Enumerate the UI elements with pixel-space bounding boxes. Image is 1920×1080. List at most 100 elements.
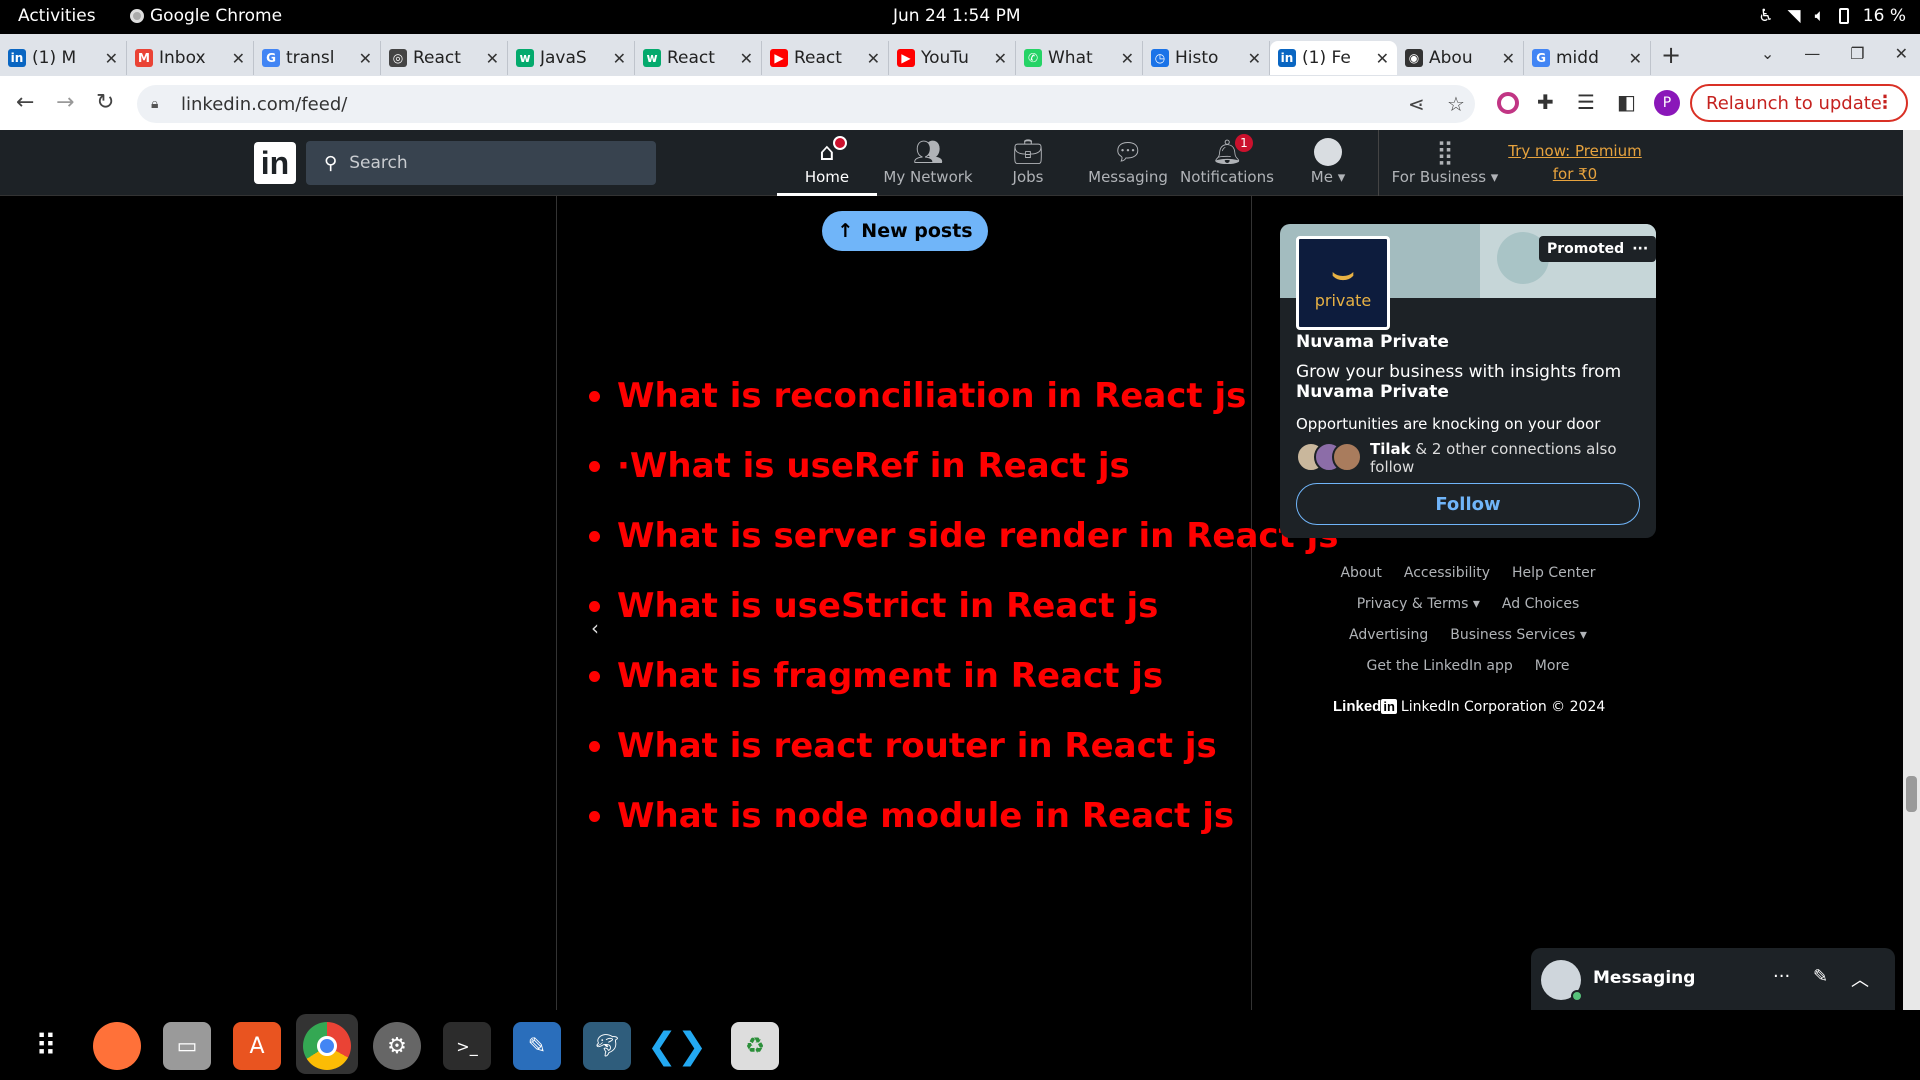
settings-icon[interactable]: ⚙ — [373, 1022, 421, 1070]
footer-advertising[interactable]: Advertising — [1349, 620, 1428, 651]
close-tab-icon[interactable]: ✕ — [994, 49, 1007, 68]
chevron-up-icon[interactable]: ︿ — [1851, 966, 1869, 992]
close-tab-icon[interactable]: ✕ — [613, 49, 626, 68]
software-store-icon[interactable]: A — [233, 1022, 281, 1070]
restore-button[interactable]: ❐ — [1850, 44, 1864, 63]
side-panel-icon[interactable]: ◧ — [1617, 90, 1636, 114]
close-tab-icon[interactable]: ✕ — [1376, 49, 1389, 68]
more-options-icon[interactable]: ··· — [1632, 241, 1648, 257]
forward-button[interactable]: → — [56, 90, 74, 115]
nav-network-label: My Network — [883, 168, 973, 186]
footer-ad-choices[interactable]: Ad Choices — [1502, 589, 1579, 620]
try-premium-link[interactable]: Try now: Premium for ₹0 — [1505, 140, 1645, 186]
close-tab-icon[interactable]: ✕ — [1121, 49, 1134, 68]
close-tab-icon[interactable]: ✕ — [486, 49, 499, 68]
close-window-button[interactable]: ✕ — [1895, 44, 1908, 63]
reading-list-icon[interactable]: ☰ — [1577, 90, 1595, 114]
question-item: ·What is useRef in React js — [589, 431, 1339, 501]
browser-tab[interactable]: M Inbox ✕ — [127, 41, 254, 75]
vscode-icon[interactable]: ❮❯ — [647, 1022, 707, 1070]
browser-tab[interactable]: ◷ Histo ✕ — [1143, 41, 1270, 75]
browser-tab[interactable]: Gmidd ✕ — [1524, 41, 1651, 75]
wifi-icon[interactable]: ◥ — [1788, 6, 1801, 26]
close-tab-icon[interactable]: ✕ — [105, 49, 118, 68]
chrome-icon — [130, 9, 144, 23]
url-text[interactable]: linkedin.com/feed/ — [181, 94, 347, 115]
close-tab-icon[interactable]: ✕ — [232, 49, 245, 68]
text-editor-icon[interactable]: ✎ — [513, 1022, 561, 1070]
follow-button[interactable]: Follow — [1296, 483, 1640, 525]
activities-button[interactable]: Activities — [18, 6, 96, 26]
new-posts-button[interactable]: ↑ New posts — [822, 211, 988, 251]
close-tab-icon[interactable]: ✕ — [1629, 49, 1642, 68]
volume-icon[interactable]: 🔈︎ — [1815, 6, 1825, 26]
search-input[interactable]: ⚲ Search — [306, 141, 656, 185]
profile-avatar[interactable]: P — [1654, 90, 1680, 116]
system-tray[interactable]: ♿ ◥ 🔈︎ 16 % — [1758, 6, 1906, 26]
kebab-menu-icon[interactable]: ⋮ — [1876, 92, 1894, 113]
company-name[interactable]: Nuvama Private — [1296, 332, 1449, 352]
chrome-icon[interactable] — [303, 1022, 351, 1070]
terminal-icon[interactable]: >_ — [443, 1022, 491, 1070]
footer-more[interactable]: More — [1535, 651, 1570, 682]
nav-messaging[interactable]: 💬︎ Messaging — [1078, 138, 1178, 186]
back-button[interactable]: ← — [16, 90, 34, 115]
browser-tab[interactable]: ▶ React ✕ — [762, 41, 889, 75]
relaunch-button[interactable]: Relaunch to update ⋮ — [1690, 84, 1908, 122]
close-tab-icon[interactable]: ✕ — [867, 49, 880, 68]
trash-icon[interactable]: ♻ — [731, 1022, 779, 1070]
messaging-overlay[interactable]: Messaging ··· ✎ ︿ — [1531, 948, 1895, 1010]
nav-my-network[interactable]: 👥︎ My Network — [878, 138, 978, 186]
reload-button[interactable]: ↻ — [96, 90, 114, 115]
color-extension-icon[interactable] — [1497, 92, 1519, 114]
more-options-icon[interactable]: ··· — [1773, 966, 1790, 987]
close-tab-icon[interactable]: ✕ — [740, 49, 753, 68]
carousel-prev-arrow[interactable]: ‹ — [591, 616, 599, 640]
extensions-icon[interactable]: ✚ — [1537, 90, 1554, 114]
browser-tab[interactable]: Gtransl ✕ — [254, 41, 381, 75]
tab-favicon-icon: in — [1278, 49, 1296, 67]
mysql-workbench-icon[interactable]: 🐬︎ — [583, 1022, 631, 1070]
company-logo[interactable]: ⌣ private — [1296, 236, 1390, 330]
nav-me[interactable]: Me ▾ — [1278, 138, 1378, 186]
footer-about[interactable]: About — [1340, 558, 1381, 589]
browser-tab[interactable]: w JavaS ✕ — [508, 41, 635, 75]
browser-tab[interactable]: ◉ Abou ✕ — [1397, 41, 1524, 75]
lock-icon[interactable]: 🔒︎ — [151, 96, 167, 112]
close-tab-icon[interactable]: ✕ — [1248, 49, 1261, 68]
show-apps-icon[interactable]: ⠿ — [22, 1022, 70, 1070]
firefox-icon[interactable] — [93, 1022, 141, 1070]
battery-icon[interactable] — [1838, 8, 1849, 24]
footer-business-services[interactable]: Business Services ▾ — [1450, 620, 1587, 651]
browser-tab[interactable]: in (1) Fe ✕ — [1270, 41, 1397, 75]
bookmark-star-icon[interactable]: ☆ — [1447, 92, 1465, 116]
files-icon[interactable]: ▭ — [163, 1022, 211, 1070]
footer-accessibility[interactable]: Accessibility — [1404, 558, 1490, 589]
accessibility-icon[interactable]: ♿ — [1758, 6, 1773, 26]
app-menu[interactable]: Google Chrome — [130, 6, 282, 26]
minimize-button[interactable]: — — [1804, 44, 1820, 63]
footer-privacy-terms[interactable]: Privacy & Terms ▾ — [1357, 589, 1480, 620]
scrollbar-thumb[interactable] — [1906, 776, 1917, 812]
browser-tab[interactable]: in (1) M ✕ — [0, 41, 127, 75]
footer-help-center[interactable]: Help Center — [1512, 558, 1596, 589]
close-tab-icon[interactable]: ✕ — [1502, 49, 1515, 68]
linkedin-logo[interactable]: in — [254, 142, 296, 184]
nav-jobs[interactable]: 💼︎ Jobs — [978, 138, 1078, 186]
nav-notifications[interactable]: 🔔︎ 1 Notifications — [1177, 134, 1277, 186]
page-scrollbar[interactable] — [1903, 130, 1920, 1010]
browser-tab[interactable]: ◎ React ✕ — [381, 41, 508, 75]
nav-for-business[interactable]: ⣿ For Business ▾ — [1385, 138, 1505, 186]
new-tab-button[interactable]: + — [1651, 41, 1691, 69]
clock[interactable]: Jun 24 1:54 PM — [893, 6, 1021, 26]
share-icon[interactable]: ⋖ — [1408, 92, 1425, 116]
compose-icon[interactable]: ✎ — [1813, 966, 1828, 987]
nav-home[interactable]: ⌂ Home — [777, 136, 877, 186]
browser-tab[interactable]: ✆ What ✕ — [1016, 41, 1143, 75]
browser-tab[interactable]: w React ✕ — [635, 41, 762, 75]
browser-tab[interactable]: ▶ YouTu ✕ — [889, 41, 1016, 75]
tab-search-icon[interactable]: ⌄ — [1761, 44, 1774, 63]
close-tab-icon[interactable]: ✕ — [359, 49, 372, 68]
omnibox[interactable]: 🔒︎ linkedin.com/feed/ — [137, 85, 1475, 123]
footer-get-app[interactable]: Get the LinkedIn app — [1366, 651, 1512, 682]
